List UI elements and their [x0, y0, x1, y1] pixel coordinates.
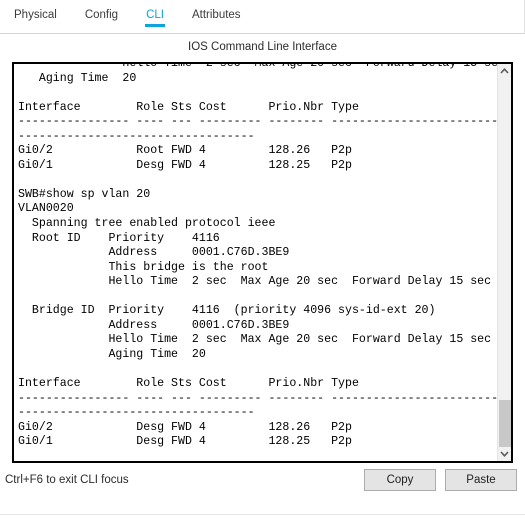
- tab-cli-label: CLI: [146, 9, 164, 21]
- tab-strip: Physical Config CLI Attributes: [0, 0, 255, 33]
- copy-button[interactable]: Copy: [364, 469, 436, 491]
- tab-config[interactable]: Config: [71, 0, 132, 33]
- cli-focus-hint: Ctrl+F6 to exit CLI focus: [5, 474, 129, 486]
- tab-active-underline: [145, 24, 165, 27]
- cli-scrollbar[interactable]: [497, 64, 511, 461]
- footer-divider: [0, 514, 525, 515]
- footer-bar: Ctrl+F6 to exit CLI focus Copy Paste: [0, 463, 525, 526]
- cli-output-text: Hello Time 2 sec Max Age 20 sec Forward …: [18, 62, 511, 449]
- cli-scroll-thumb[interactable]: [499, 400, 511, 448]
- tab-physical-label: Physical: [14, 9, 57, 21]
- tab-bar: Physical Config CLI Attributes: [0, 0, 525, 34]
- tab-config-label: Config: [84, 9, 119, 21]
- panel-title: IOS Command Line Interface: [188, 41, 337, 53]
- tab-physical[interactable]: Physical: [0, 0, 71, 33]
- cli-console[interactable]: Hello Time 2 sec Max Age 20 sec Forward …: [12, 62, 513, 463]
- tab-attributes[interactable]: Attributes: [178, 0, 255, 33]
- scroll-down-arrow-icon[interactable]: [498, 447, 511, 461]
- tab-cli[interactable]: CLI: [132, 0, 178, 33]
- tab-attributes-label: Attributes: [191, 9, 241, 21]
- scroll-up-arrow-icon[interactable]: [498, 64, 511, 78]
- paste-button[interactable]: Paste: [445, 469, 517, 491]
